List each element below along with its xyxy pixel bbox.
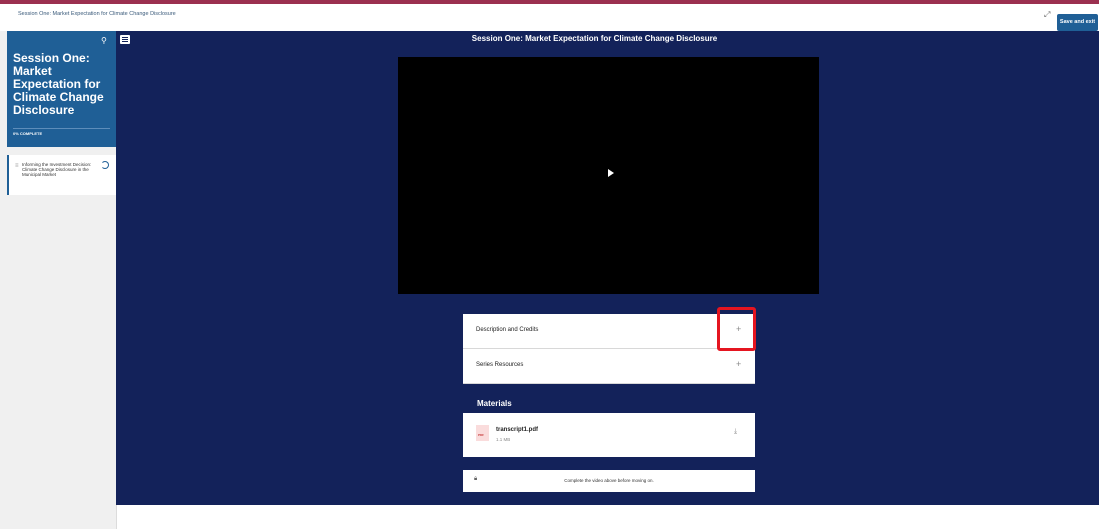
- breadcrumb: Session One: Market Expectation for Clim…: [18, 11, 176, 17]
- accordion-series-resources[interactable]: Series Resources +: [463, 349, 755, 384]
- lesson-type-icon: ≡: [15, 163, 19, 169]
- divider: [13, 128, 110, 129]
- course-title: Session One: Market Expectation for Clim…: [13, 51, 104, 117]
- search-icon[interactable]: ⚲: [101, 36, 107, 45]
- menu-icon[interactable]: [120, 35, 130, 44]
- accordion-description-and-credits[interactable]: Description and Credits +: [463, 314, 755, 349]
- locked-continue-banner: 🔒︎ Complete the video above before movin…: [463, 470, 755, 492]
- accordion-label: Description and Credits: [476, 327, 539, 333]
- lock-message: Complete the video above before moving o…: [564, 478, 654, 483]
- file-name: transcript1.pdf: [496, 427, 539, 433]
- lesson-label: Informing the Investment Decision: Clima…: [22, 162, 92, 177]
- material-file-item[interactable]: PDF transcript1.pdf 1.1 MB ⤓: [463, 413, 755, 457]
- plus-icon[interactable]: +: [736, 359, 741, 369]
- progress-label: 0% COMPLETE: [13, 131, 43, 136]
- file-size: 1.1 MB: [496, 437, 511, 442]
- top-bar: Session One: Market Expectation for Clim…: [0, 4, 1099, 32]
- pdf-file-icon: PDF: [476, 425, 489, 441]
- video-player[interactable]: [398, 57, 819, 294]
- materials-heading: Materials: [477, 399, 512, 408]
- lesson-content: Session One: Market Expectation for Clim…: [116, 31, 1099, 505]
- lesson-title: Session One: Market Expectation for Clim…: [471, 34, 718, 43]
- sidebar: ⚲ Session One: Market Expectation for Cl…: [0, 31, 117, 529]
- download-icon[interactable]: ⤓: [734, 428, 737, 436]
- file-type-label: PDF: [478, 433, 484, 437]
- expand-icon[interactable]: ⤢: [1044, 10, 1050, 20]
- progress-ring-icon: [101, 161, 109, 169]
- sidebar-lesson-item[interactable]: ≡ Informing the Investment Decision: Cli…: [7, 155, 116, 195]
- sidebar-header: ⚲ Session One: Market Expectation for Cl…: [7, 31, 116, 147]
- accordion-label: Series Resources: [476, 362, 524, 368]
- play-icon[interactable]: [608, 169, 614, 177]
- save-and-exit-button[interactable]: Save and exit: [1057, 14, 1098, 31]
- highlight-box: [717, 307, 756, 351]
